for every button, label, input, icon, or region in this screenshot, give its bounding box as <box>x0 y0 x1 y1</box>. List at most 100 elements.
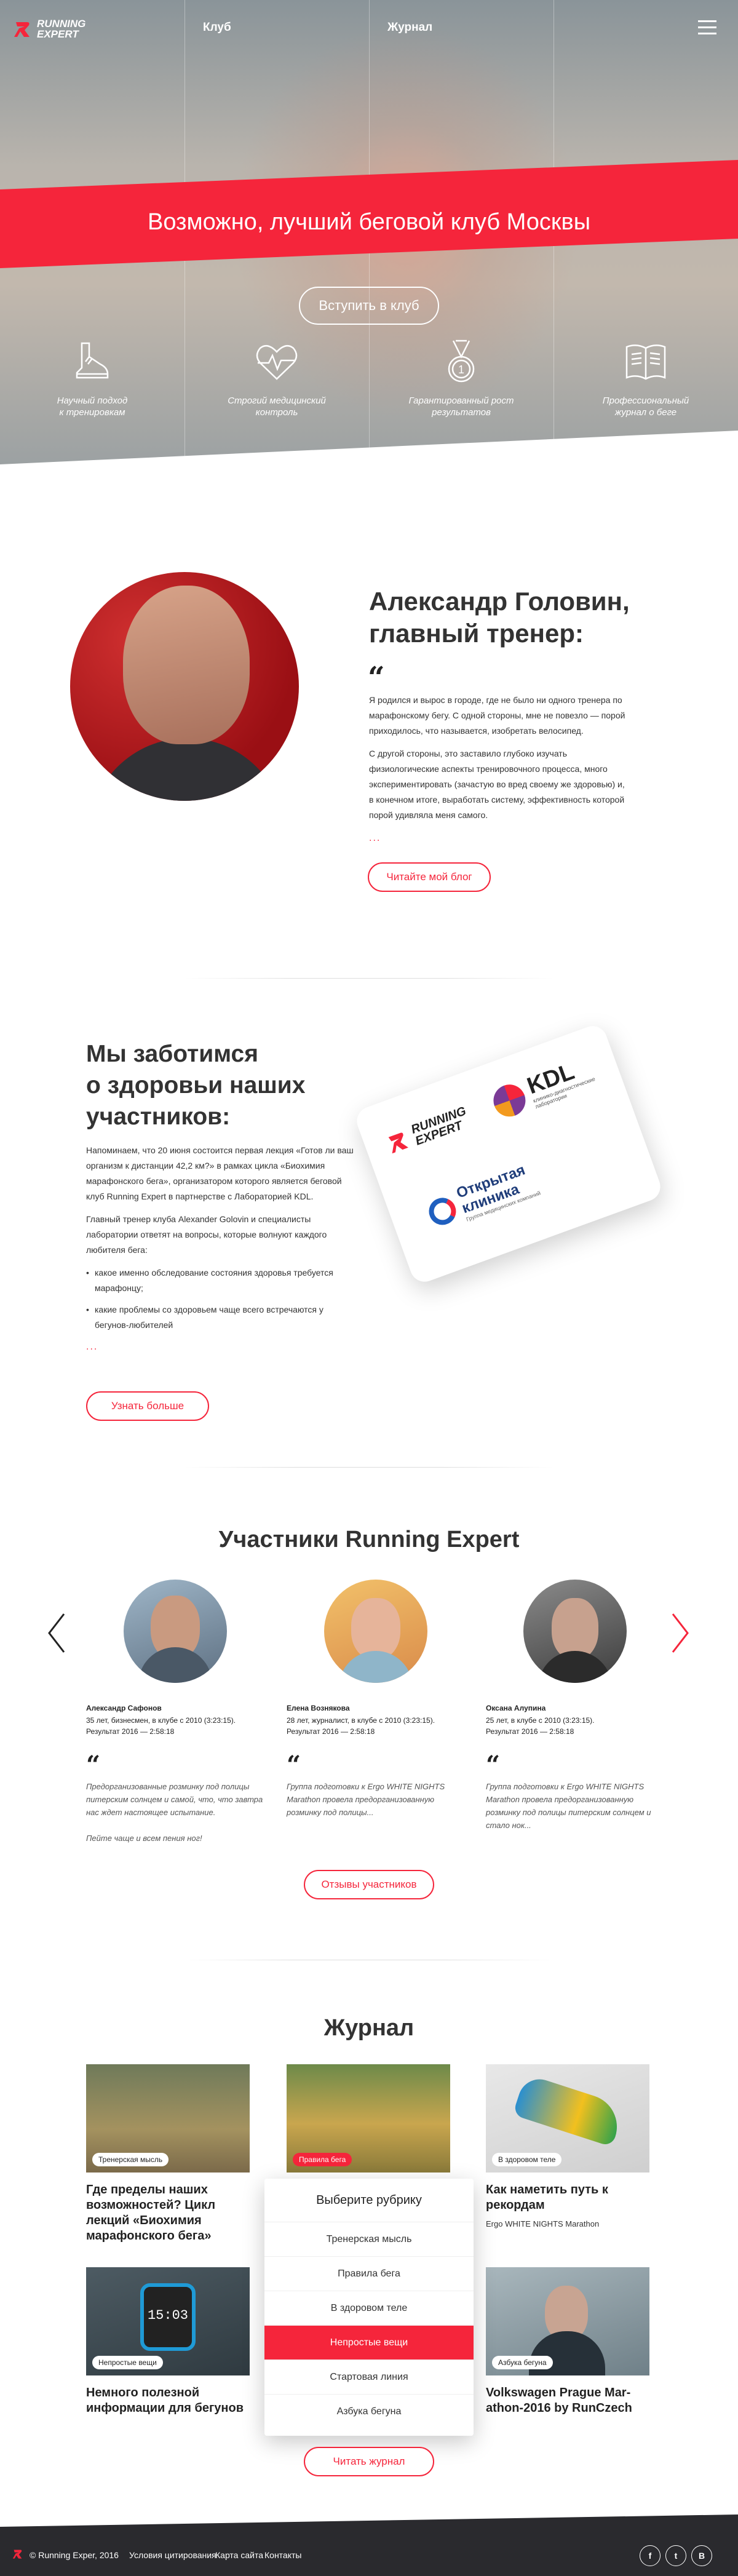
magazine-icon <box>625 344 666 380</box>
copyright: © Running Exper, 2016 <box>30 2550 119 2560</box>
member-photo <box>523 1580 627 1683</box>
member-info: 35 лет, бизнесмен, в клубе с 2010 (3:23:… <box>86 1716 236 1736</box>
member-name: Оксана Алупина <box>486 1704 546 1712</box>
ellipsis: ... <box>86 1342 98 1352</box>
logo[interactable]: RUNNING EXPERT <box>14 18 85 39</box>
members-title: Участники Running Expert <box>218 1527 520 1552</box>
footer-contacts-link[interactable]: Контакты <box>264 2550 301 2560</box>
coach-quote-text: Я родился и вырос в городе, где не было … <box>369 693 627 846</box>
feature-item: Строгий медицинский контроль <box>184 338 369 418</box>
logo-text: RUNNING EXPERT <box>37 18 85 39</box>
facebook-icon[interactable]: f <box>640 2545 661 2566</box>
quote-icon: “ <box>368 661 385 695</box>
twitter-icon[interactable]: t <box>665 2545 686 2566</box>
category-badge: В здоровом теле <box>492 2153 562 2166</box>
footer-terms-link[interactable]: Условия цитирования <box>129 2550 216 2560</box>
dropdown-option[interactable]: Правила бега <box>264 2256 474 2291</box>
article-image: В здоровом теле <box>486 2064 649 2173</box>
medal-icon: 1 <box>448 340 475 383</box>
svg-text:1: 1 <box>458 364 464 376</box>
vk-icon[interactable]: В <box>691 2545 712 2566</box>
article-image: 15:03 Непростые вещи <box>86 2267 250 2375</box>
divider <box>184 978 554 979</box>
quote-icon: “ <box>287 1751 301 1779</box>
member-name: Александр Сафонов <box>86 1704 162 1712</box>
join-club-button[interactable]: Вступить в клуб <box>299 287 439 325</box>
feature-caption: Научный подход к тренировкам <box>57 396 128 418</box>
member-name: Елена Вознякова <box>287 1704 350 1712</box>
coach-paragraph: С другой стороны, это заставило глубоко … <box>369 749 625 820</box>
kdl-logo: KDL клинико-диагностические лаборатории <box>488 1053 600 1123</box>
dropdown-option[interactable]: Стартовая линия <box>264 2359 474 2394</box>
open-clinic-logo: Открытая клиника Группа медицинских комп… <box>423 1160 541 1234</box>
health-text: Напоминаем, что 20 июня состоится первая… <box>86 1143 357 1354</box>
footer-sitemap-link[interactable]: Карта сайта <box>215 2550 263 2560</box>
read-blog-button[interactable]: Читайте мой блог <box>368 862 491 892</box>
coach-photo <box>70 572 299 801</box>
category-badge: Тренерская мысль <box>92 2153 169 2166</box>
menu-icon[interactable] <box>698 20 716 35</box>
feature-caption: Профессиональный журнал о беге <box>602 396 689 418</box>
nav-club-link[interactable]: Клуб <box>203 21 231 34</box>
journal-title: Журнал <box>323 2015 415 2041</box>
journal-card[interactable]: В здоровом теле Как наметить путь к реко… <box>486 2064 649 2228</box>
member-info: 25 лет, в клубе с 2010 (3:23:15). Резуль… <box>486 1716 595 1736</box>
feature-caption: Строгий медицинский контроль <box>228 396 326 418</box>
category-badge: Азбука бегуна <box>492 2356 553 2369</box>
journal-card[interactable]: Азбука бегуна Volkswagen Prague Mar-atho… <box>486 2267 649 2416</box>
coach-name: Александр Головин, главный тренер: <box>369 587 630 648</box>
footer: © Running Exper, 2016 Условия цитировани… <box>0 2514 738 2576</box>
clinic-mark-icon <box>425 1194 460 1229</box>
member-quote: Группа подготовки к Ergo WHITE NIGHTS Ma… <box>287 1782 445 1817</box>
article-title: Где пределы наших возможностей? Цикл лек… <box>86 2183 216 2243</box>
journal-card[interactable]: 15:03 Непростые вещи Немного полезной ин… <box>86 2267 250 2416</box>
list-item: какие проблемы со здоровьем чаще всего в… <box>86 1302 357 1333</box>
article-title: Как наметить путь к рекордам <box>486 2183 608 2212</box>
category-badge: Правила бега <box>293 2153 352 2166</box>
member-quote: Предорганизованные розминку под полицы п… <box>86 1782 263 1843</box>
category-badge: Непростые вещи <box>92 2356 163 2369</box>
member-info: 28 лет, журналист, в клубе с 2010 (3:23:… <box>287 1716 435 1736</box>
heartbeat-icon <box>256 344 298 380</box>
health-paragraph: Главный тренер клуба Alexander Golovin и… <box>86 1214 327 1255</box>
dropdown-option-selected[interactable]: Непростые вещи <box>264 2325 474 2359</box>
logo-mark-icon <box>14 22 30 37</box>
feature-caption: Гарантированный рост результатов <box>408 396 514 418</box>
dropdown-option[interactable]: Азбука бегуна <box>264 2394 474 2428</box>
article-image: Азбука бегуна <box>486 2267 649 2375</box>
carousel-next-arrow-icon[interactable] <box>668 1612 692 1655</box>
list-item: какое именно обследование состояния здор… <box>86 1265 357 1296</box>
member-photo <box>124 1580 227 1683</box>
nav-journal-link[interactable]: Журнал <box>387 21 432 34</box>
watch-icon: 15:03 <box>140 2283 196 2351</box>
dropdown-header: Выберите рубрику <box>316 2193 422 2207</box>
journal-card[interactable]: Тренерская мысль Где пределы наших возмо… <box>86 2064 250 2244</box>
reviews-button[interactable]: Отзывы участников <box>304 1870 434 1899</box>
logo-line1: RUNNING <box>37 18 86 30</box>
dropdown-option[interactable]: В здоровом теле <box>264 2291 474 2325</box>
hero-title: Возможно, лучший беговой клуб Москвы <box>147 209 591 235</box>
dropdown-option[interactable]: Тренерская мысль <box>264 2222 474 2256</box>
health-title: Мы заботимся о здоровьи наших участников… <box>86 1041 306 1130</box>
article-title: Немного полезной информации для бегунов <box>86 2386 244 2415</box>
watch-time: 15:03 <box>147 2308 188 2323</box>
quote-icon: “ <box>486 1751 501 1779</box>
article-subtitle: Ergo WHITE NIGHTS Marathon <box>486 2219 600 2228</box>
carousel-prev-arrow-icon[interactable] <box>44 1612 69 1655</box>
read-journal-button[interactable]: Читать журнал <box>304 2447 434 2476</box>
ellipsis: ... <box>369 833 381 843</box>
coach-paragraph: Я родился и вырос в городе, где не было … <box>369 695 625 736</box>
member-quote: Группа подготовки к Ergo WHITE NIGHTS Ma… <box>486 1782 651 1830</box>
article-title: Volkswagen Prague Mar-athon-2016 by RunC… <box>486 2386 632 2415</box>
category-dropdown[interactable]: Выберите рубрику Тренерская мысль Правил… <box>264 2179 474 2436</box>
article-image: Тренерская мысль <box>86 2064 250 2173</box>
feature-item: 1 Гарантированный рост результатов <box>369 338 554 418</box>
health-list: какое именно обследование состояния здор… <box>86 1265 357 1333</box>
card-running-expert-logo: RUNNING EXPERT <box>384 1104 472 1157</box>
partner-card: RUNNING EXPERT KDL клинико-диагностическ… <box>352 1022 665 1286</box>
learn-more-button[interactable]: Узнать больше <box>86 1391 209 1421</box>
member-card: Александр Сафонов 35 лет, бизнесмен, в к… <box>86 1580 264 1845</box>
article-image: Правила бега <box>287 2064 450 2173</box>
journal-card[interactable]: Правила бега <box>287 2064 450 2173</box>
quote-icon: “ <box>86 1751 101 1779</box>
